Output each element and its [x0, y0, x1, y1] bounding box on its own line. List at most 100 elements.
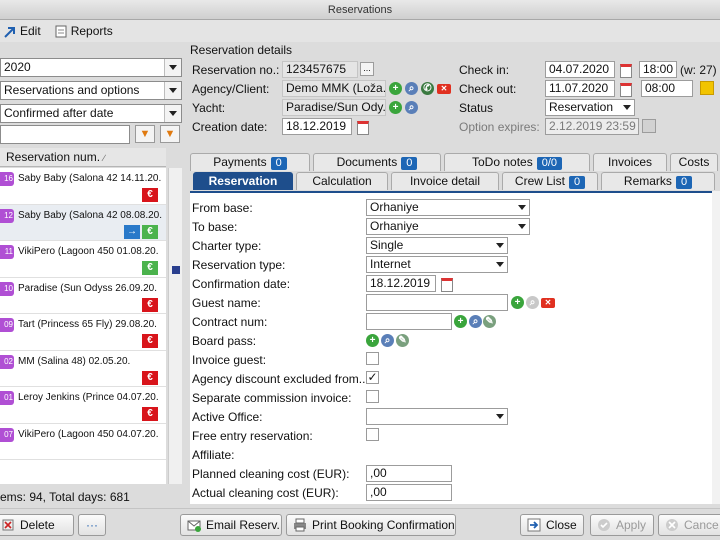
tab-label: Payments — [213, 155, 267, 169]
list-item[interactable]: 10 Paradise (Sun Odyss 26.09.20. € — [0, 278, 166, 314]
tab-documents[interactable]: Documents 0 — [313, 153, 441, 171]
filter-icon[interactable]: ▼ — [135, 125, 155, 143]
tab-calculation[interactable]: Calculation — [296, 172, 388, 190]
phone-icon[interactable]: ✆ — [421, 82, 434, 95]
search-icon[interactable]: ⌕ — [526, 296, 539, 309]
euro-paid-icon: € — [142, 261, 158, 275]
clear-filter-icon[interactable]: ▼ — [160, 125, 180, 143]
checkout-date-field[interactable]: 11.07.2020 — [545, 80, 615, 97]
delete-button[interactable]: Delete — [0, 514, 74, 536]
tab-costs[interactable]: Costs — [670, 153, 718, 171]
status-label: Status — [459, 101, 494, 115]
search-icon[interactable]: ⌕ — [381, 334, 394, 347]
calendar-icon[interactable] — [617, 81, 633, 97]
list-item[interactable]: 09 Tart (Princess 65 Fly) 29.08.20. € — [0, 314, 166, 351]
search-icon[interactable]: ⌕ — [405, 82, 418, 95]
browse-button[interactable]: ... — [360, 62, 374, 76]
add-icon[interactable]: + — [366, 334, 379, 347]
to-base-value: Orhaniye — [370, 219, 419, 233]
add-icon[interactable]: + — [511, 296, 524, 309]
edit-icon[interactable]: ✎ — [483, 315, 496, 328]
from-base-select[interactable]: Orhaniye — [366, 199, 530, 216]
search-input[interactable] — [0, 125, 130, 144]
list-item[interactable]: 02 MM (Salina 48) 02.05.20. € — [0, 351, 166, 387]
edit-icon[interactable]: ✎ — [396, 334, 409, 347]
tab-count: 0 — [568, 176, 586, 189]
tab-invoices[interactable]: Invoices — [593, 153, 667, 171]
remove-icon[interactable]: ✕ — [541, 298, 555, 308]
invoice-guest-checkbox[interactable] — [366, 352, 379, 365]
sort-select[interactable]: Confirmed after date — [0, 104, 182, 123]
status-select[interactable]: Reservation — [545, 99, 635, 116]
charter-type-select[interactable]: Single — [366, 237, 508, 254]
calendar-icon[interactable] — [438, 276, 454, 292]
from-base-value: Orhaniye — [370, 200, 419, 214]
tab-invoice-detail[interactable]: Invoice detail — [391, 172, 499, 190]
remove-icon[interactable]: ✕ — [437, 84, 451, 94]
arrow-right-icon: → — [124, 224, 140, 239]
type-select[interactable]: Reservations and options — [0, 81, 182, 100]
menu-reports-label: Reports — [70, 24, 113, 38]
list-item[interactable]: 07 VikiPero (Lagoon 450 04.07.20. — [0, 424, 166, 460]
free-entry-checkbox[interactable] — [366, 428, 379, 441]
add-icon[interactable]: + — [389, 82, 402, 95]
tab-label: Invoice detail — [409, 174, 481, 188]
checkin-time-field[interactable]: 18:00 — [639, 61, 677, 78]
chevron-down-icon — [518, 224, 526, 229]
email-reservation-button[interactable]: Email Reserv. — [180, 514, 282, 536]
search-icon[interactable]: ⌕ — [469, 315, 482, 328]
apply-check-icon — [597, 518, 611, 532]
tab-todo-notes[interactable]: ToDo notes 0/0 — [444, 153, 590, 171]
add-icon[interactable]: + — [454, 315, 467, 328]
status-badge: 11 — [0, 245, 14, 259]
more-button[interactable]: ··· — [78, 514, 106, 536]
list-item[interactable]: 16 Saby Baby (Salona 42 14.11.20. € — [0, 168, 166, 205]
option-expires-field: 2.12.2019 23:59 — [545, 118, 639, 135]
agency-discount-checkbox[interactable]: ✓ — [366, 371, 379, 384]
reservation-type-select[interactable]: Internet — [366, 256, 508, 273]
list-header-label: Reservation num. — [6, 150, 101, 164]
form-scrollbar[interactable] — [712, 191, 720, 504]
tab-count: 0 — [401, 157, 418, 170]
confirmation-date-field[interactable]: 18.12.2019 — [366, 275, 436, 292]
calendar-icon[interactable] — [617, 62, 633, 78]
tab-payments[interactable]: Payments 0 — [190, 153, 310, 171]
list-item-text: VikiPero (Lagoon 450 04.07.20. — [18, 428, 159, 440]
planned-cleaning-field[interactable]: ,00 — [366, 465, 452, 482]
tab-label: Crew List — [514, 174, 565, 188]
search-icon[interactable]: ⌕ — [405, 101, 418, 114]
creation-date-field[interactable]: 18.12.2019 — [282, 118, 352, 135]
bottom-toolbar: Delete ··· Email Reserv. Print Booking C… — [0, 508, 720, 540]
scrollbar-thumb[interactable] — [172, 266, 180, 274]
active-office-select[interactable] — [366, 408, 508, 425]
tab-crew-list[interactable]: Crew List 0 — [502, 172, 598, 190]
note-icon[interactable] — [700, 81, 714, 95]
section-title: Reservation details — [190, 43, 293, 57]
tab-reservation[interactable]: Reservation — [193, 172, 293, 190]
contract-num-field[interactable] — [366, 313, 452, 330]
close-button[interactable]: Close — [520, 514, 584, 536]
menu-reports[interactable]: Reports — [55, 24, 113, 38]
year-select[interactable]: 2020 — [0, 58, 182, 77]
actual-cleaning-field[interactable]: ,00 — [366, 484, 452, 501]
menu-edit[interactable]: Edit — [4, 24, 41, 38]
separate-commission-checkbox[interactable] — [366, 390, 379, 403]
tab-remarks[interactable]: Remarks 0 — [601, 172, 715, 190]
checkout-time-field[interactable]: 08:00 — [641, 80, 693, 97]
list-item[interactable]: 12 Saby Baby (Salona 42 08.08.20. → € — [0, 204, 166, 241]
to-base-select[interactable]: Orhaniye — [366, 218, 530, 235]
list-scrollbar[interactable] — [168, 168, 182, 484]
checkin-date-field[interactable]: 04.07.2020 — [545, 61, 615, 78]
cancel-button[interactable]: Cance — [658, 514, 720, 536]
list-item[interactable]: 11 VikiPero (Lagoon 450 01.08.20. € — [0, 241, 166, 278]
apply-button[interactable]: Apply — [590, 514, 654, 536]
list-item[interactable]: 01 Leroy Jenkins (Prince 04.07.20. € — [0, 387, 166, 424]
tab-label: Reservation — [208, 174, 278, 188]
to-base-label: To base: — [192, 220, 238, 234]
tab-count: 0 — [270, 157, 287, 170]
calendar-icon[interactable] — [354, 119, 370, 135]
print-confirmation-button[interactable]: Print Booking Confirmation — [286, 514, 456, 536]
add-icon[interactable]: + — [389, 101, 402, 114]
guest-name-field[interactable] — [366, 294, 508, 311]
list-header[interactable]: Reservation num. ∕ — [0, 148, 166, 167]
